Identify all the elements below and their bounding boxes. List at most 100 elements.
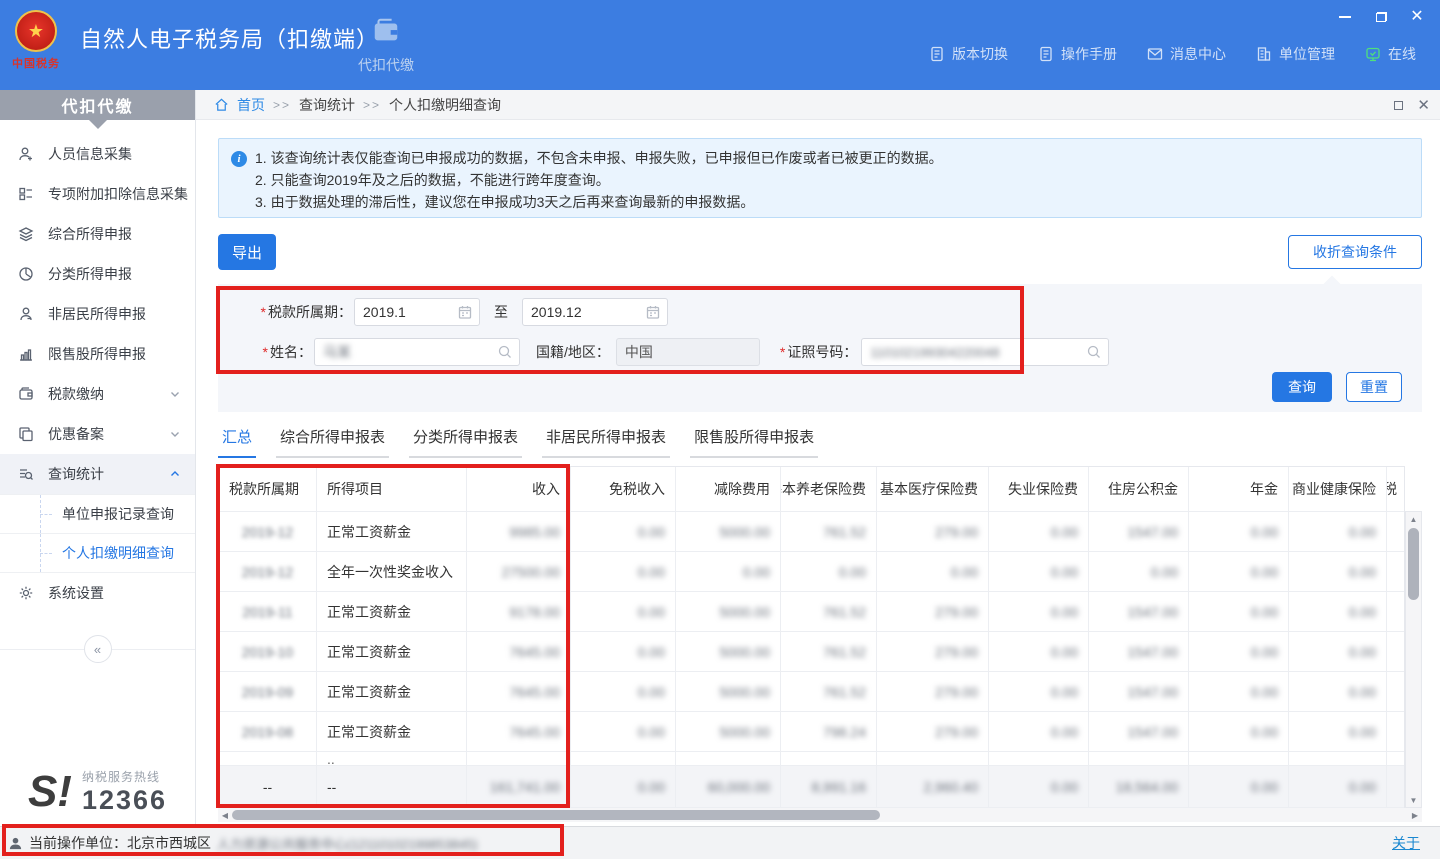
table-cell: 1547.00 [1089, 632, 1189, 672]
table-cell: 0.00 [989, 632, 1089, 672]
vertical-scrollbar[interactable]: ▲ ▼ [1405, 511, 1422, 808]
gear-icon [18, 585, 36, 601]
table-cell: 27500.00 [467, 552, 571, 592]
close-button[interactable]: ✕ [1404, 6, 1430, 28]
sidebar-item[interactable]: 税款缴纳 [0, 374, 195, 414]
scroll-down-icon[interactable]: ▼ [1406, 793, 1421, 807]
list-search-icon [18, 466, 36, 482]
table-cell: 0.00 [1289, 552, 1387, 592]
current-unit-text: 当前操作单位：北京市西城区 [29, 833, 211, 853]
tab-item[interactable]: 非居民所得申报表 [542, 426, 670, 458]
horizontal-scrollbar[interactable]: ◀ ▶ [218, 808, 1422, 822]
table-cell: 正常工资薪金 [317, 712, 467, 752]
table-cell [1387, 712, 1405, 752]
vscroll-thumb[interactable] [1408, 528, 1419, 600]
app-title: 自然人电子税务局（扣缴端） [80, 22, 379, 54]
period-from-input[interactable]: 2019.1 [354, 298, 480, 326]
column-header: 税 [1387, 467, 1405, 512]
table-cell: 0.00 [1289, 712, 1387, 752]
sidebar-item[interactable]: 人员信息采集 [0, 134, 195, 174]
home-icon[interactable] [214, 97, 229, 112]
id-label: *证照号码： [780, 342, 857, 362]
query-row-period: *税款所属期： 2019.1 至 2019.12 [218, 284, 1422, 326]
header-menu-item[interactable]: 消息中心 [1147, 44, 1226, 64]
sidebar-item[interactable]: 分类所得申报 [0, 254, 195, 294]
table-cell: 761.52 [781, 512, 877, 552]
table-cell: 9178.00 [467, 592, 571, 632]
table-cell: 8,991.16 [781, 766, 877, 808]
table-cell [781, 752, 877, 766]
tab-active[interactable]: 汇总 [218, 426, 256, 458]
calendar-icon[interactable] [645, 304, 661, 320]
window-controls: ✕ [1332, 6, 1430, 28]
period-label: *税款所属期： [228, 302, 352, 322]
header-menu-label: 版本切换 [952, 44, 1008, 64]
tab-item[interactable]: 限售股所得申报表 [690, 426, 818, 458]
to-label: 至 [494, 302, 508, 322]
column-header: 收入 [467, 467, 571, 512]
building-icon [1256, 46, 1272, 62]
query-panel: *税款所属期： 2019.1 至 2019.12 *姓名： 马某 [218, 284, 1422, 412]
search-icon[interactable] [497, 344, 513, 360]
sidebar-item[interactable]: 优惠备案 [0, 414, 195, 454]
table-cell: 2019-12 [219, 512, 317, 552]
export-button[interactable]: 导出 [218, 234, 276, 270]
sidebar-item[interactable]: 综合所得申报 [0, 214, 195, 254]
tax-emblem-logo: ★ 中国税务 [10, 10, 62, 80]
panel-restore-icon[interactable] [1394, 101, 1403, 110]
scroll-left-icon[interactable]: ◀ [218, 811, 232, 820]
table-cell: 正常工资薪金 [317, 632, 467, 672]
sidebar-item[interactable]: 限售股所得申报 [0, 334, 195, 374]
search-button[interactable]: 查询 [1272, 372, 1332, 402]
table-cell: 0.00 [781, 552, 877, 592]
breadcrumb-item: 查询统计 [299, 95, 355, 115]
sidebar-item-label: 查询统计 [48, 464, 169, 484]
breadcrumb-home[interactable]: 首页 [237, 95, 265, 115]
table-cell: 1547.00 [1089, 712, 1189, 752]
table-cell [1387, 672, 1405, 712]
header-menu-item[interactable]: 在线 [1365, 44, 1416, 64]
tab-item[interactable]: 分类所得申报表 [409, 426, 522, 458]
table-cell: 0.00 [571, 592, 676, 632]
scroll-up-icon[interactable]: ▲ [1406, 512, 1421, 526]
sidebar-header: 代扣代缴 [0, 90, 195, 120]
panel-close-icon[interactable]: ✕ [1417, 96, 1430, 114]
hscroll-thumb[interactable] [232, 810, 880, 820]
restore-button[interactable] [1368, 6, 1394, 28]
hotline-number: 12366 [82, 785, 167, 816]
table-cell: 0.00 [571, 552, 676, 592]
layers-icon [18, 226, 36, 242]
table-cell: 279.00 [877, 672, 989, 712]
id-input[interactable]: 110102199304220048 [861, 338, 1109, 366]
tab-item[interactable]: 综合所得申报表 [276, 426, 389, 458]
period-to-input[interactable]: 2019.12 [522, 298, 668, 326]
sidebar-item[interactable]: 专项附加扣除信息采集 [0, 174, 195, 214]
header-menu-item[interactable]: 操作手册 [1038, 44, 1117, 64]
sidebar-item[interactable]: 系统设置 [0, 573, 195, 613]
sidebar-subitem[interactable]: 单位申报记录查询 [0, 495, 195, 534]
table-cell: 0.00 [1189, 672, 1289, 712]
sidebar-collapse-button[interactable]: « [84, 635, 112, 663]
calendar-icon[interactable] [457, 304, 473, 320]
header-menu-item[interactable]: 单位管理 [1256, 44, 1335, 64]
sidebar-subitem[interactable]: 个人扣缴明细查询 [0, 534, 195, 573]
hotline-caption: 纳税服务热线 [82, 768, 167, 785]
header-menu-item[interactable]: 版本切换 [929, 44, 1008, 64]
sidebar-item[interactable]: 查询统计 [0, 454, 195, 494]
about-link[interactable]: 关于 [1392, 833, 1420, 853]
doc-icon [1038, 46, 1054, 62]
collapse-query-button[interactable]: 收折查询条件 [1288, 235, 1422, 269]
reset-button[interactable]: 重置 [1346, 372, 1402, 402]
name-value: 马某 [323, 342, 351, 362]
sidebar: 代扣代缴 人员信息采集专项附加扣除信息采集综合所得申报分类所得申报非居民所得申报… [0, 90, 196, 826]
sidebar-item[interactable]: 非居民所得申报 [0, 294, 195, 334]
search-icon[interactable] [1086, 344, 1102, 360]
scroll-right-icon[interactable]: ▶ [1408, 811, 1422, 820]
table-cell: 0.00 [989, 766, 1089, 808]
column-header: 基本医疗保险费 [877, 467, 989, 512]
table-cell: -- [317, 766, 467, 808]
name-input[interactable]: 马某 [314, 338, 520, 366]
minimize-button[interactable] [1332, 6, 1358, 28]
top-nav-item-daikoudaijiao[interactable]: 代扣代缴 [348, 16, 424, 82]
table-cell [571, 752, 676, 766]
